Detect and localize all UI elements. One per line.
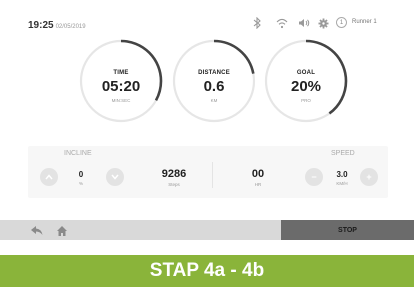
speed-value: 3.0 [336, 170, 348, 179]
volume-icon[interactable] [297, 16, 311, 30]
time-unit: MIN:SEC [111, 98, 131, 103]
user-name[interactable]: Runner 1 [352, 19, 377, 25]
steps-value: 9286 [161, 168, 187, 180]
settings-gear-icon[interactable] [316, 16, 330, 30]
distance-gauge: DISTANCE 0.6 KM [171, 38, 257, 124]
heart-rate-value: 00 [251, 168, 265, 180]
status-bar: 19:25 02/05/2019 1 Runner 1 [0, 0, 414, 40]
heart-rate-unit: HR [254, 182, 262, 187]
bottom-toolbar: STOP [0, 220, 414, 240]
goal-gauge: GOAL 20% PRO [263, 38, 349, 124]
goal-value: 20% [290, 78, 322, 95]
minus-icon: − [311, 172, 317, 182]
step-banner-text: STAP 4a - 4b [149, 260, 265, 281]
clock-time: 19:25 [28, 20, 54, 31]
goal-title: GOAL [296, 70, 316, 76]
incline-label: INCLINE [64, 150, 92, 157]
incline-up-button[interactable] [40, 168, 58, 186]
distance-unit: KM [210, 98, 218, 103]
divider [212, 162, 213, 188]
incline-unit: % [78, 181, 83, 186]
speed-decrease-button[interactable]: − [305, 168, 323, 186]
plus-icon: + [366, 172, 372, 182]
time-gauge: TIME 05:20 MIN:SEC [78, 38, 164, 124]
chevron-down-icon [111, 174, 119, 180]
steps-unit: Steps [168, 182, 180, 187]
control-panel: INCLINE 0 % 9286 Steps 00 HR SPEED − 3.0… [28, 146, 388, 198]
clock-date: 02/05/2019 [55, 24, 86, 30]
user-avatar[interactable]: 1 [336, 17, 347, 28]
incline-down-button[interactable] [106, 168, 124, 186]
time-title: TIME [113, 70, 129, 76]
goal-unit: PRO [301, 98, 311, 103]
step-banner: STAP 4a - 4b [0, 255, 414, 287]
wifi-icon[interactable] [275, 16, 289, 30]
time-value: 05:20 [101, 78, 141, 95]
incline-value: 0 [78, 170, 84, 179]
home-icon[interactable] [56, 224, 68, 236]
speed-label: SPEED [331, 150, 355, 157]
speed-unit: KM/H [336, 181, 348, 186]
stop-button[interactable]: STOP [281, 220, 414, 240]
spacer [0, 240, 414, 255]
clock: 19:25 02/05/2019 [28, 20, 86, 31]
distance-title: DISTANCE [198, 70, 230, 76]
chevron-up-icon [45, 174, 53, 180]
bluetooth-icon[interactable] [250, 16, 264, 30]
treadmill-screen: 19:2502/05/2019 1 Runner 1 TIME 05:20 M [0, 0, 414, 287]
back-icon[interactable] [30, 224, 44, 236]
distance-value: 0.6 [203, 78, 225, 95]
speed-increase-button[interactable]: + [360, 168, 378, 186]
